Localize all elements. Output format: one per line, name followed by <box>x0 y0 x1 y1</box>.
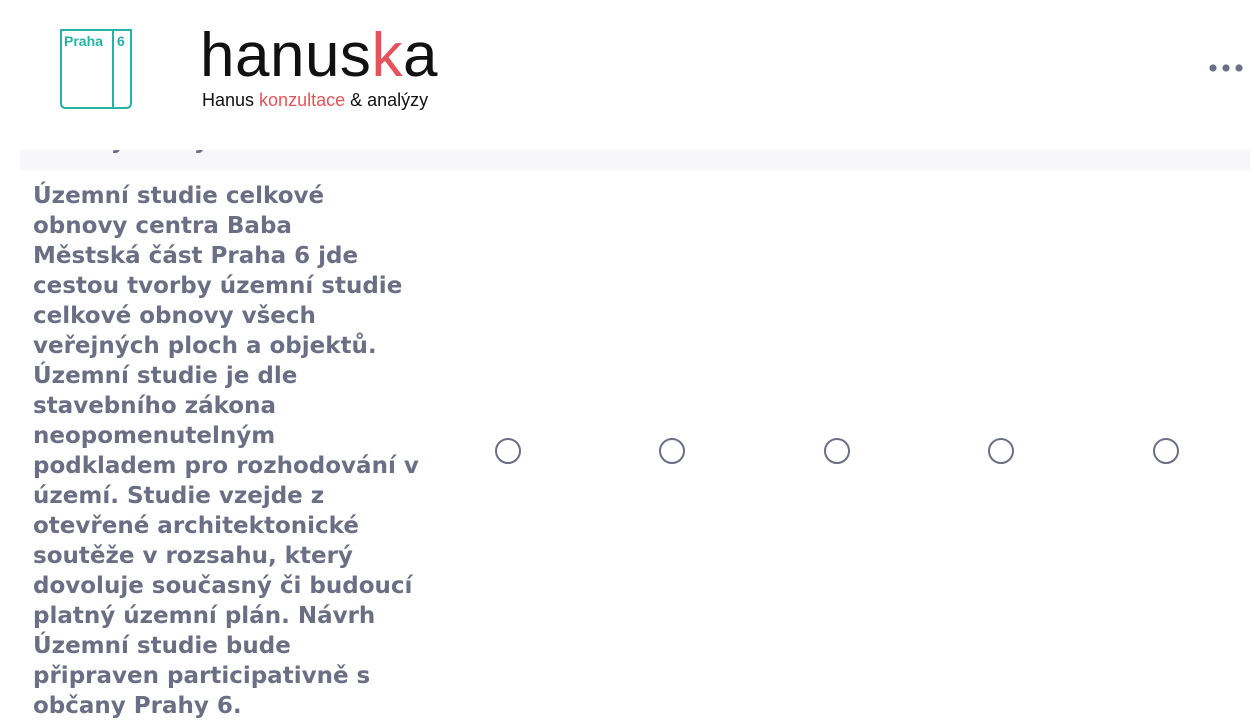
survey-matrix: občany Prahy 6. Územní studie celkové ob… <box>20 100 1250 723</box>
matrix-row-centrum-baba: Územní studie celkové obnovy centra Baba… <box>20 170 1250 723</box>
brand-name-part2: a <box>402 21 438 90</box>
brand-name: hanuska <box>200 22 438 90</box>
site-header: Praha 6 hanuska Hanus konzultace & analý… <box>0 0 1257 150</box>
brand-tagline: Hanus konzultace & analýzy <box>202 89 428 111</box>
rating-radio-5[interactable] <box>1153 438 1179 464</box>
brand-name-accent: k <box>371 21 403 90</box>
rating-radio-1[interactable] <box>495 438 521 464</box>
brand-tagline-part1: Hanus <box>202 90 260 110</box>
statement-title: Územní studie celkové obnovy centra Baba <box>33 183 325 239</box>
hanuska-logo[interactable]: hanuska Hanus konzultace & analýzy <box>200 22 470 117</box>
statement-description: Městská část Praha 6 jde cestou tvorby ú… <box>33 243 419 719</box>
more-horizontal-icon <box>1209 64 1243 72</box>
rating-radio-2[interactable] <box>659 438 685 464</box>
brand-tagline-part2: & analýzy <box>345 90 429 110</box>
brand-name-part1: hanus <box>200 21 372 90</box>
survey-page: občany Prahy 6. Územní studie celkové ob… <box>0 0 1257 723</box>
praha-6-logo[interactable]: Praha 6 <box>60 29 132 110</box>
praha-logo-number: 6 <box>117 33 125 49</box>
rating-radio-4[interactable] <box>988 438 1014 464</box>
praha-logo-label: Praha <box>64 33 103 49</box>
more-menu-button[interactable] <box>1200 55 1250 81</box>
brand-tagline-accent: konzultace <box>259 90 346 110</box>
rating-radio-3[interactable] <box>824 438 850 464</box>
